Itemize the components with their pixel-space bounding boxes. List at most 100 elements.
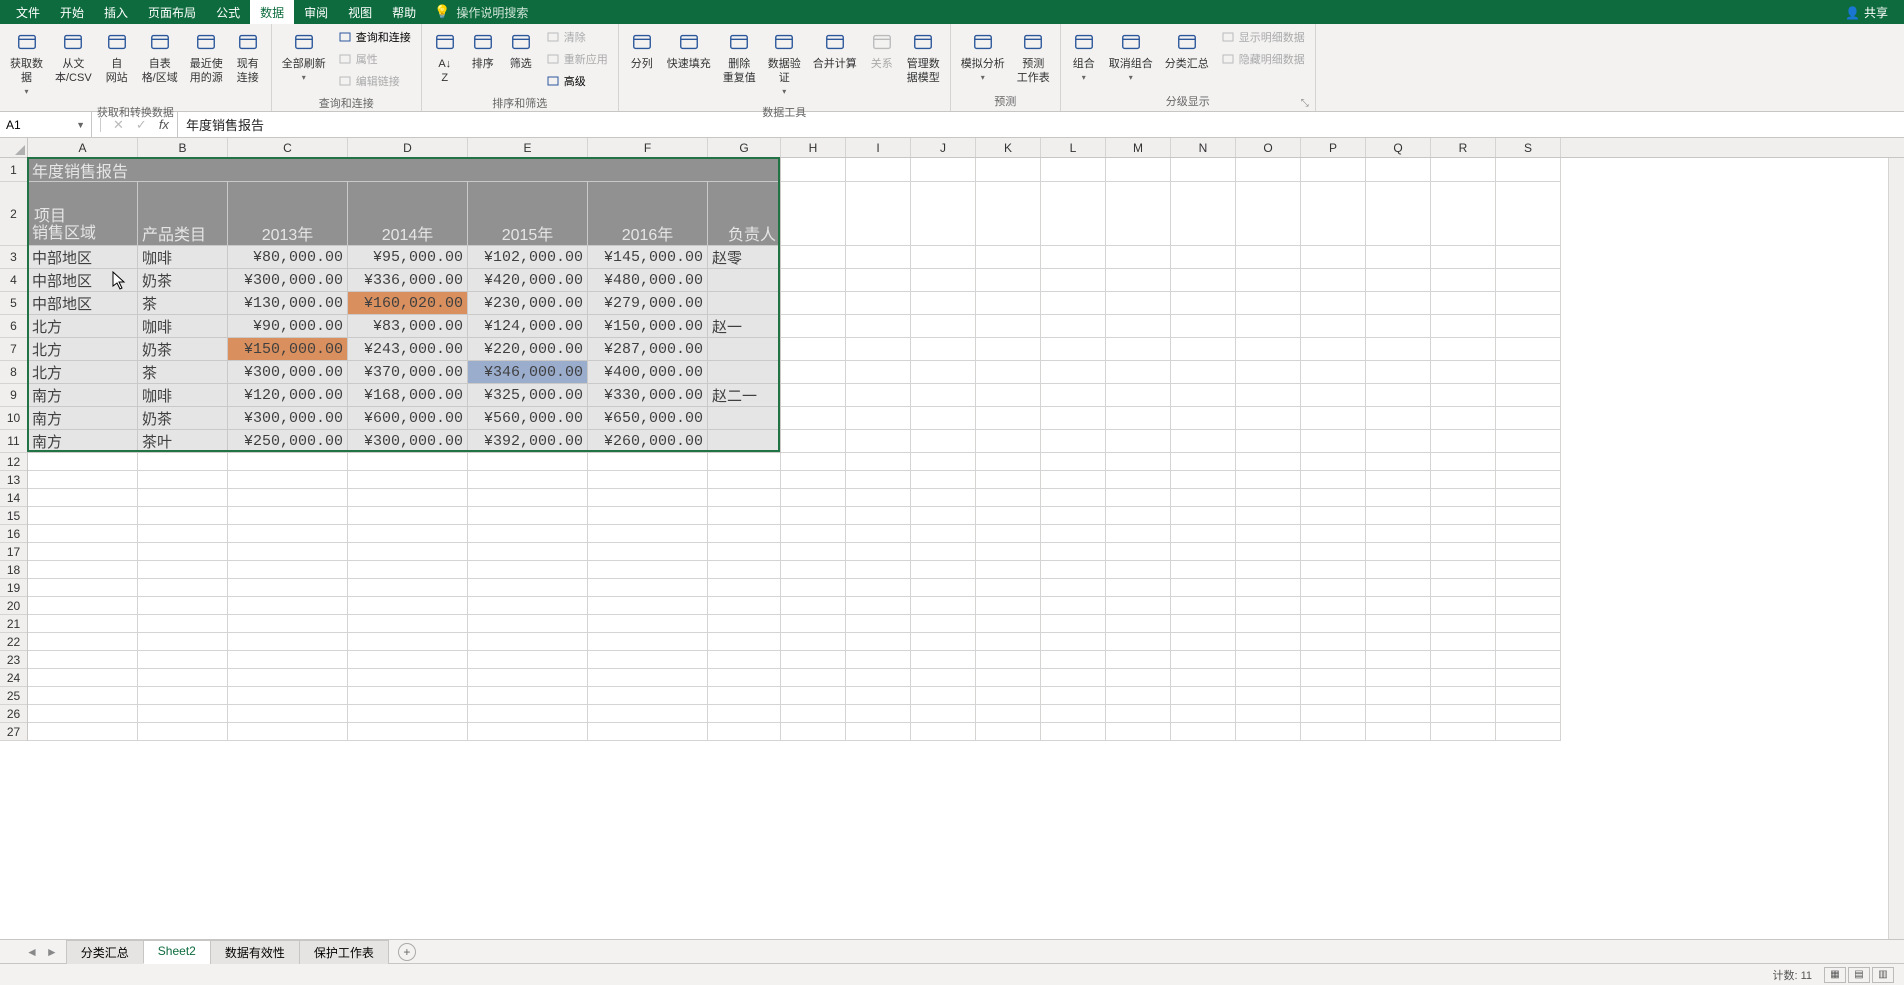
cell[interactable] [468,651,588,669]
cell[interactable] [1236,615,1301,633]
sheet-tab-保护工作表[interactable]: 保护工作表 [299,940,389,964]
cell[interactable] [911,471,976,489]
cell-region[interactable]: 中部地区 [28,292,138,315]
cell[interactable] [1496,489,1561,507]
cell-value[interactable]: ¥260,000.00 [588,430,708,453]
cell-value[interactable]: ¥120,000.00 [228,384,348,407]
cell-product[interactable]: 奶茶 [138,407,228,430]
cell[interactable] [1496,407,1561,430]
ribbon-stack-item[interactable]: 查询和连接 [336,28,413,46]
cell[interactable] [1366,182,1431,246]
ribbon-stack-item[interactable]: 高级 [544,72,610,90]
cell-owner[interactable] [708,269,781,292]
cell[interactable] [976,384,1041,407]
cell[interactable] [708,597,781,615]
cell[interactable] [1106,543,1171,561]
column-header-B[interactable]: B [138,138,228,157]
cell[interactable] [708,471,781,489]
cell[interactable] [781,471,846,489]
cell[interactable] [781,338,846,361]
cell-owner[interactable]: 赵一 [708,315,781,338]
cell[interactable] [846,361,911,384]
cell[interactable] [1041,615,1106,633]
row-header-17[interactable]: 17 [0,543,27,561]
cell[interactable] [1106,561,1171,579]
cell[interactable] [1236,471,1301,489]
cell[interactable] [1496,471,1561,489]
cell-value[interactable]: ¥160,020.00 [348,292,468,315]
cell[interactable] [468,561,588,579]
cell[interactable] [1431,489,1496,507]
cell[interactable] [911,669,976,687]
cell[interactable] [976,579,1041,597]
cell[interactable] [911,292,976,315]
row-header-24[interactable]: 24 [0,669,27,687]
cell[interactable] [976,407,1041,430]
cell[interactable] [1496,561,1561,579]
cell[interactable] [468,687,588,705]
cell[interactable] [846,543,911,561]
cell[interactable] [1041,543,1106,561]
cell[interactable] [1171,543,1236,561]
cell[interactable] [1301,269,1366,292]
cell[interactable] [846,723,911,741]
sheet-nav[interactable]: ◄ ► [18,945,66,959]
cell[interactable] [1496,687,1561,705]
cell-product[interactable]: 咖啡 [138,246,228,269]
normal-view-icon[interactable]: ▦ [1824,967,1846,983]
ribbon-button[interactable]: 从文本/CSV [49,26,98,101]
cell[interactable] [1236,158,1301,182]
cell[interactable] [1301,579,1366,597]
ribbon-button[interactable]: 预测工作表 [1011,26,1056,90]
cell[interactable] [1236,561,1301,579]
cell[interactable] [1366,361,1431,384]
row-header-14[interactable]: 14 [0,489,27,507]
row-header-25[interactable]: 25 [0,687,27,705]
cell[interactable] [588,669,708,687]
cell[interactable] [1041,246,1106,269]
cell[interactable] [846,651,911,669]
cell[interactable] [1431,705,1496,723]
menu-item-文件[interactable]: 文件 [6,0,50,24]
ribbon-button[interactable]: 最近使用的源 [184,26,229,101]
cell[interactable] [1496,338,1561,361]
share-button[interactable]: 👤共享 [1835,4,1898,21]
cell-product[interactable]: 奶茶 [138,338,228,361]
cell[interactable] [228,561,348,579]
cell[interactable] [1171,182,1236,246]
cell[interactable] [28,543,138,561]
cell[interactable] [1106,407,1171,430]
cell[interactable] [1171,723,1236,741]
cell[interactable] [468,507,588,525]
cell[interactable] [911,633,976,651]
cell[interactable] [1041,158,1106,182]
page-break-view-icon[interactable]: ▥ [1872,967,1894,983]
cell[interactable] [1366,158,1431,182]
cell[interactable] [468,453,588,471]
column-header-Q[interactable]: Q [1366,138,1431,157]
cell[interactable] [781,723,846,741]
cell[interactable] [228,705,348,723]
row-header-5[interactable]: 5 [0,292,27,315]
cell[interactable] [1041,525,1106,543]
cell[interactable] [1106,615,1171,633]
cell[interactable] [1301,338,1366,361]
cell[interactable] [468,489,588,507]
cell[interactable] [976,361,1041,384]
cell[interactable] [1041,507,1106,525]
cell[interactable] [1171,633,1236,651]
cell[interactable] [1301,315,1366,338]
cell[interactable] [1431,633,1496,651]
cell[interactable] [28,489,138,507]
cell[interactable] [1431,543,1496,561]
header-cell[interactable]: 2013年 [228,182,348,246]
cell[interactable] [708,615,781,633]
cell[interactable] [1106,292,1171,315]
ribbon-button[interactable]: 取消组合▾ [1103,26,1159,90]
cell-region[interactable]: 北方 [28,338,138,361]
cell[interactable] [1496,597,1561,615]
cell[interactable] [138,651,228,669]
cell[interactable] [1041,687,1106,705]
cell[interactable] [1366,705,1431,723]
cell-value[interactable]: ¥250,000.00 [228,430,348,453]
